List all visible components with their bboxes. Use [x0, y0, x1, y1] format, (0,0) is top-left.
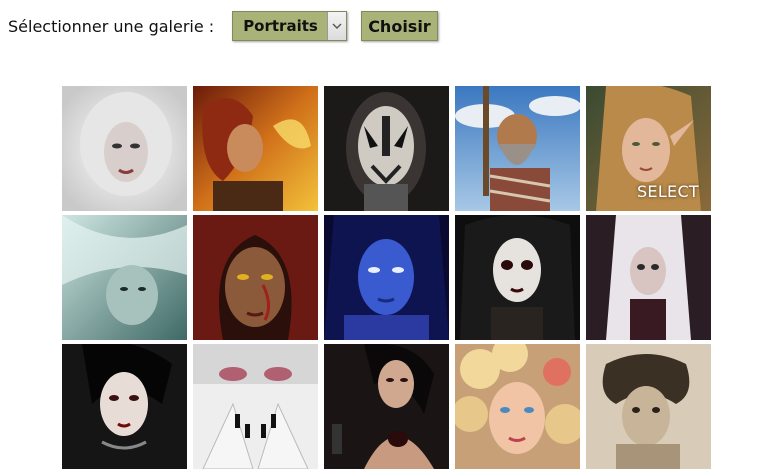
thumbnail-13[interactable] — [324, 344, 449, 469]
select-overlay-label[interactable]: SELECT — [637, 182, 699, 201]
thumbnail-1[interactable] — [62, 86, 187, 211]
portrait-image — [193, 215, 318, 340]
choose-button[interactable]: Choisir — [361, 11, 438, 41]
thumbnail-12[interactable] — [193, 344, 318, 469]
thumbnail-4[interactable] — [455, 86, 580, 211]
thumbnail-10[interactable] — [586, 215, 711, 340]
portrait-image — [455, 86, 580, 211]
portrait-image — [193, 86, 318, 211]
thumbnail-3[interactable] — [324, 86, 449, 211]
chevron-down-icon[interactable] — [327, 12, 347, 40]
gallery-select-value[interactable]: Portraits — [233, 12, 328, 40]
portrait-image — [324, 344, 449, 469]
portrait-image — [586, 215, 711, 340]
portrait-image — [455, 344, 580, 469]
thumbnail-2[interactable] — [193, 86, 318, 211]
gallery-select[interactable]: Portraits — [232, 11, 348, 41]
thumbnail-14[interactable] — [455, 344, 580, 469]
gallery-toolbar: Sélectionner une galerie : Portraits Cho… — [8, 11, 438, 41]
thumbnail-5[interactable]: SELECT — [586, 86, 711, 211]
portrait-image — [324, 215, 449, 340]
thumbnail-15[interactable] — [586, 344, 711, 469]
portrait-image — [455, 215, 580, 340]
thumbnail-9[interactable] — [455, 215, 580, 340]
portrait-image — [62, 344, 187, 469]
thumbnail-6[interactable] — [62, 215, 187, 340]
portrait-image — [193, 344, 318, 469]
portrait-image — [586, 344, 711, 469]
thumbnail-7[interactable] — [193, 215, 318, 340]
gallery-select-label: Sélectionner une galerie : — [8, 16, 215, 36]
thumbnail-11[interactable] — [62, 344, 187, 469]
portrait-image — [62, 86, 187, 211]
portrait-image — [324, 86, 449, 211]
thumbnail-8[interactable] — [324, 215, 449, 340]
portrait-gallery: SELECT — [62, 86, 711, 469]
portrait-image — [62, 215, 187, 340]
